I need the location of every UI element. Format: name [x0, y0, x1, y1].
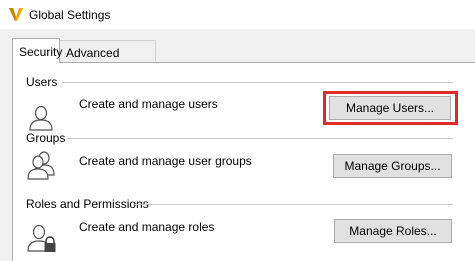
roles-section-divider — [135, 204, 453, 205]
user-icon — [29, 105, 53, 131]
roles-description: Create and manage roles — [79, 220, 215, 234]
highlight-box — [323, 91, 458, 125]
user-lock-icon — [27, 224, 56, 252]
users-section-heading: Users — [26, 75, 58, 89]
title-bar: Global Settings — [0, 0, 475, 29]
window-title: Global Settings — [29, 8, 111, 22]
users-description: Create and manage users — [79, 97, 218, 111]
manage-groups-button[interactable]: Manage Groups... — [333, 154, 452, 178]
tab-advanced-settings[interactable]: Advanced Settings — [60, 40, 156, 74]
manage-roles-button[interactable]: Manage Roles... — [334, 219, 452, 243]
roles-section-heading: Roles and Permissions — [26, 197, 149, 211]
groups-section-heading: Groups — [26, 131, 66, 145]
tab-security[interactable]: Security — [12, 38, 62, 63]
groups-description: Create and manage user groups — [79, 154, 252, 168]
vault-logo-icon — [9, 8, 23, 21]
groups-section-divider — [67, 138, 453, 139]
user-group-icon — [27, 151, 55, 180]
users-section-divider — [62, 82, 453, 83]
